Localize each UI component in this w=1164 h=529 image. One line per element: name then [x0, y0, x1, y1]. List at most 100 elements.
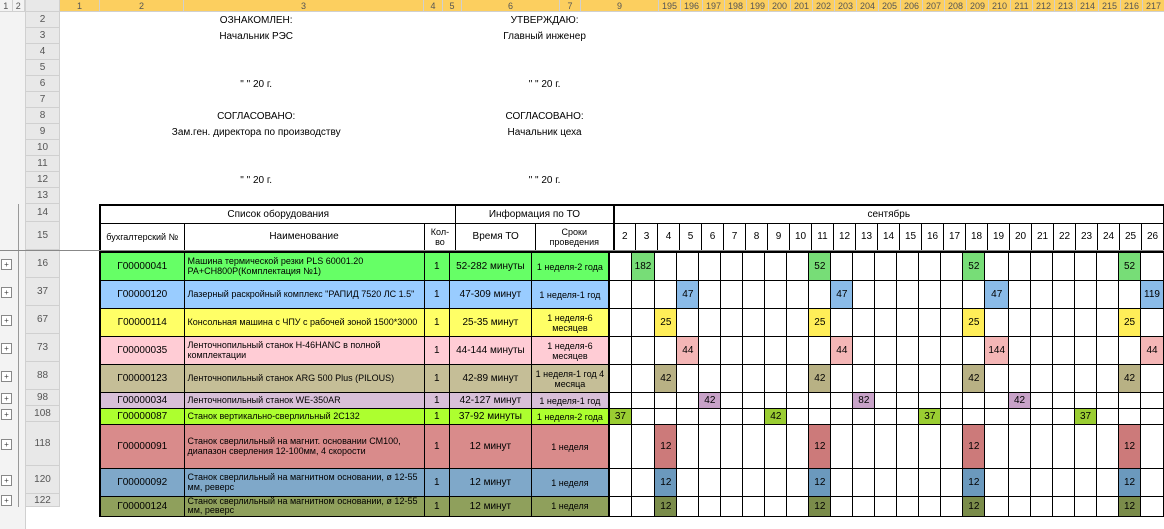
col-header[interactable]: 214: [1077, 0, 1099, 12]
day-cell[interactable]: [743, 469, 765, 497]
equip-name[interactable]: Станок сверлильный на магнитном основани…: [184, 469, 424, 497]
day-cell[interactable]: [1119, 337, 1141, 365]
row-header[interactable]: 88: [26, 362, 60, 390]
day-cell[interactable]: [765, 393, 787, 409]
day-cell[interactable]: [699, 309, 721, 337]
day-cell[interactable]: 12: [1119, 469, 1141, 497]
col-header[interactable]: 206: [901, 0, 923, 12]
day-cell[interactable]: 42: [655, 365, 677, 393]
row-header[interactable]: 5: [26, 60, 60, 76]
day-cell[interactable]: [1031, 425, 1053, 469]
day-cell[interactable]: [1053, 497, 1075, 517]
day-cell[interactable]: [787, 253, 809, 281]
day-cell[interactable]: [699, 425, 721, 469]
outline-expand-button[interactable]: +: [1, 371, 12, 382]
col-header[interactable]: 208: [945, 0, 967, 12]
day-cell[interactable]: [1141, 425, 1164, 469]
qty[interactable]: 1: [424, 497, 450, 517]
time-to[interactable]: 37-92 минуты: [450, 409, 532, 425]
day-cell[interactable]: [631, 425, 655, 469]
row-header[interactable]: 8: [26, 108, 60, 124]
day-cell[interactable]: [919, 337, 941, 365]
day-cell[interactable]: [897, 309, 919, 337]
day-cell[interactable]: [831, 469, 853, 497]
day-cell[interactable]: [941, 425, 963, 469]
day-cell[interactable]: [853, 497, 875, 517]
period[interactable]: 1 неделя-6 месяцев: [531, 337, 609, 365]
row-header[interactable]: 12: [26, 172, 60, 188]
day-cell[interactable]: [677, 497, 699, 517]
day-cell[interactable]: [1141, 365, 1164, 393]
time-to[interactable]: 12 минут: [450, 469, 532, 497]
day-cell[interactable]: 25: [1119, 309, 1141, 337]
row-header[interactable]: 11: [26, 156, 60, 172]
acc-id[interactable]: Г00000034: [100, 393, 184, 409]
day-cell[interactable]: [609, 253, 631, 281]
day-cell[interactable]: 44: [831, 337, 853, 365]
day-cell[interactable]: [831, 253, 853, 281]
day-cell[interactable]: [721, 409, 743, 425]
acc-id[interactable]: Г00000087: [100, 409, 184, 425]
equip-name[interactable]: Ленточнопильный станок WE-350AR: [184, 393, 424, 409]
day-cell[interactable]: [853, 281, 875, 309]
day-cell[interactable]: 42: [765, 409, 787, 425]
day-cell[interactable]: [831, 365, 853, 393]
row-header[interactable]: 118: [26, 422, 60, 466]
row-header[interactable]: 108: [26, 406, 60, 422]
day-cell[interactable]: [765, 497, 787, 517]
day-cell[interactable]: [875, 393, 897, 409]
day-cell[interactable]: [875, 309, 897, 337]
day-cell[interactable]: 42: [963, 365, 985, 393]
col-header[interactable]: 204: [857, 0, 879, 12]
equip-name[interactable]: Консольная машина с ЧПУ с рабочей зоной …: [184, 309, 424, 337]
day-cell[interactable]: [941, 469, 963, 497]
day-cell[interactable]: [743, 253, 765, 281]
day-cell[interactable]: [963, 393, 985, 409]
col-header[interactable]: 198: [725, 0, 747, 12]
day-cell[interactable]: [631, 409, 655, 425]
row-header[interactable]: 7: [26, 92, 60, 108]
period[interactable]: 1 неделя: [531, 425, 609, 469]
col-header[interactable]: 211: [1011, 0, 1033, 12]
day-cell[interactable]: [1053, 281, 1075, 309]
day-cell[interactable]: [765, 425, 787, 469]
period[interactable]: 1 неделя-6 месяцев: [531, 309, 609, 337]
col-header[interactable]: 212: [1033, 0, 1055, 12]
day-cell[interactable]: [765, 309, 787, 337]
day-cell[interactable]: [743, 497, 765, 517]
day-cell[interactable]: [1009, 469, 1031, 497]
day-cell[interactable]: [1097, 309, 1119, 337]
day-cell[interactable]: [721, 365, 743, 393]
acc-id[interactable]: Г00000124: [100, 497, 184, 517]
day-cell[interactable]: [831, 393, 853, 409]
qty[interactable]: 1: [424, 469, 450, 497]
row-header[interactable]: 6: [26, 76, 60, 92]
day-cell[interactable]: [1141, 497, 1164, 517]
day-cell[interactable]: [853, 365, 875, 393]
day-cell[interactable]: [831, 497, 853, 517]
col-header[interactable]: 199: [747, 0, 769, 12]
day-cell[interactable]: [721, 469, 743, 497]
row-header[interactable]: 4: [26, 44, 60, 60]
col-header[interactable]: 209: [967, 0, 989, 12]
period[interactable]: 1 неделя-1 год 4 месяца: [531, 365, 609, 393]
day-cell[interactable]: [1031, 309, 1053, 337]
day-cell[interactable]: 52: [963, 253, 985, 281]
day-cell[interactable]: 42: [809, 365, 831, 393]
day-cell[interactable]: [631, 365, 655, 393]
day-cell[interactable]: [1097, 337, 1119, 365]
day-cell[interactable]: [963, 337, 985, 365]
day-cell[interactable]: [1075, 425, 1097, 469]
day-cell[interactable]: 25: [963, 309, 985, 337]
day-cell[interactable]: 52: [1119, 253, 1141, 281]
day-cell[interactable]: [609, 469, 631, 497]
row-header[interactable]: 10: [26, 140, 60, 156]
day-cell[interactable]: [875, 409, 897, 425]
acc-id[interactable]: Г00000091: [100, 425, 184, 469]
day-cell[interactable]: 12: [809, 469, 831, 497]
outline-expand-button[interactable]: +: [1, 439, 12, 450]
qty[interactable]: 1: [424, 365, 450, 393]
day-cell[interactable]: [743, 393, 765, 409]
day-cell[interactable]: [787, 409, 809, 425]
day-cell[interactable]: 12: [655, 497, 677, 517]
